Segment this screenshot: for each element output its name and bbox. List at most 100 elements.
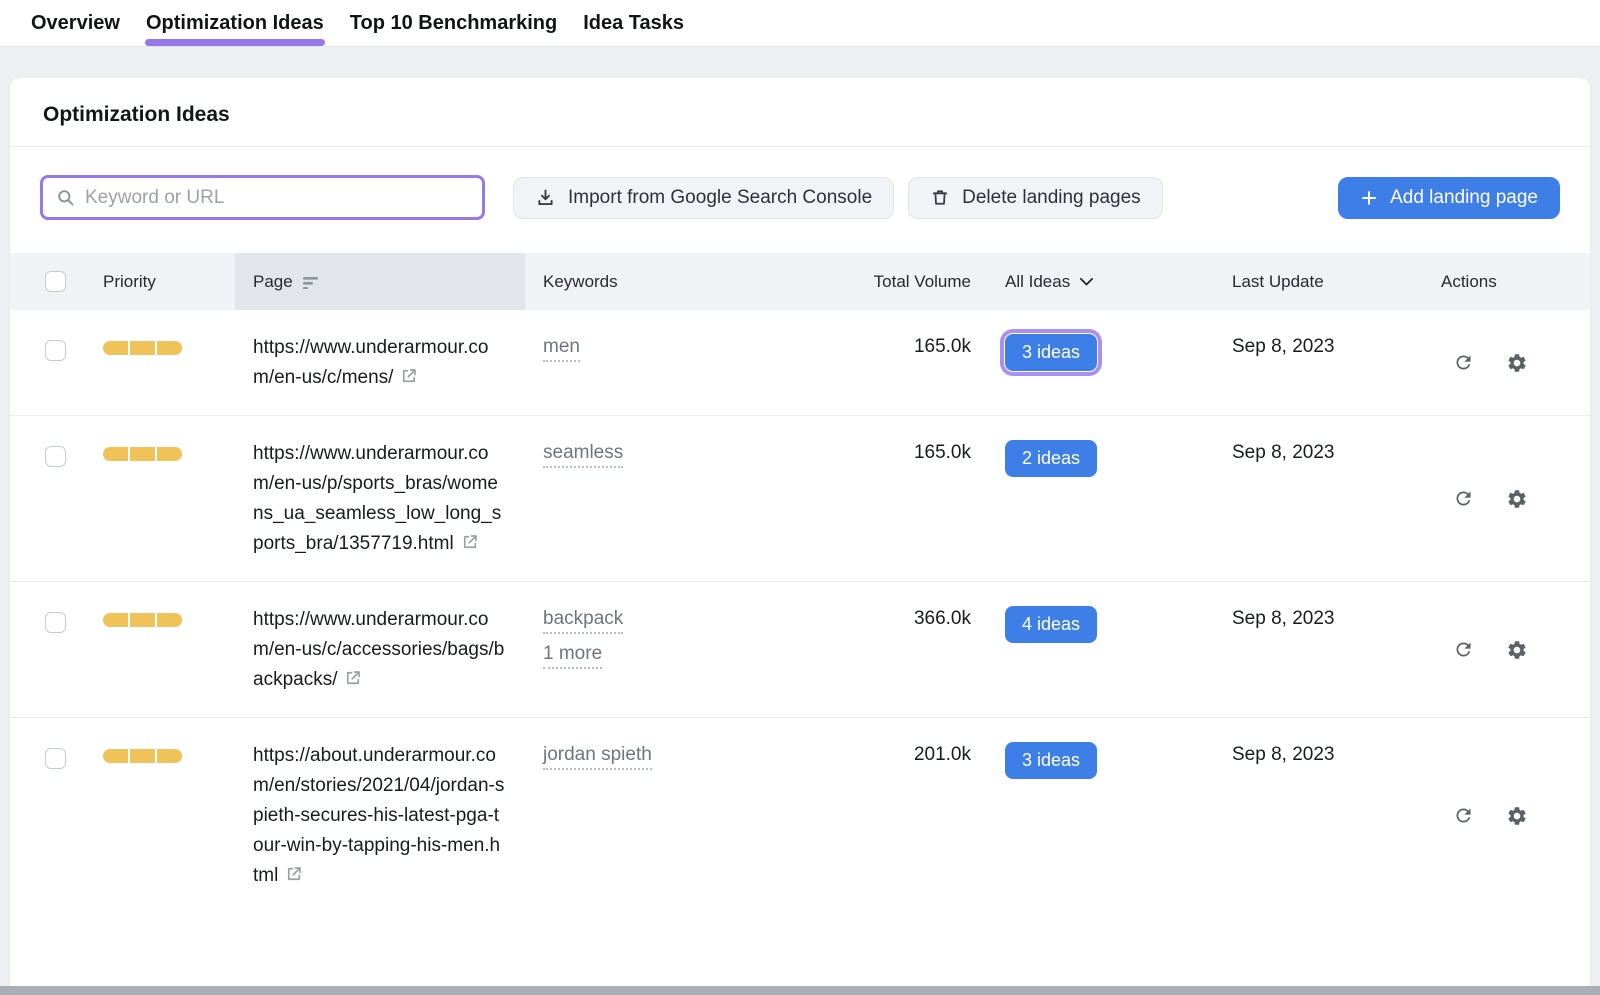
search-icon [56,188,75,207]
total-volume-value: 201.0k [825,718,985,913]
refresh-icon[interactable] [1453,488,1474,509]
row-checkbox-cell [10,310,90,415]
keyword-link[interactable]: 1 more [543,640,602,669]
priority-bar-segment [103,613,128,627]
priority-bar-segment [157,341,182,355]
optimization-ideas-panel: Optimization Ideas Import from Google Se… [10,78,1590,995]
total-volume-value: 165.0k [825,416,985,581]
table-header: Priority Page Keywords Total Volume All … [10,253,1590,310]
keyword-link[interactable]: seamless [543,439,623,468]
page-url-cell: https://www.underarmour.com/en-us/p/spor… [235,416,525,581]
actions-cell [1425,582,1590,717]
tab-top-10-benchmarking[interactable]: Top 10 Benchmarking [349,0,558,46]
page-body: Optimization Ideas Import from Google Se… [0,47,1600,995]
external-link-icon[interactable] [344,669,362,687]
keywords-cell: backpack 1 more [525,582,825,717]
add-landing-page-button[interactable]: Add landing page [1338,177,1560,219]
total-volume-value: 165.0k [825,310,985,415]
keywords-header-label: Keywords [543,272,618,291]
last-update-value: Sep 8, 2023 [1215,582,1425,717]
ideas-button[interactable]: 3 ideas [1005,334,1097,371]
refresh-icon[interactable] [1453,352,1474,373]
search-box [40,175,485,220]
ideas-cell: 3 ideas [985,310,1215,415]
column-header-last-update: Last Update [1215,272,1425,292]
last-update-value: Sep 8, 2023 [1215,718,1425,913]
page-header-label: Page [253,272,293,292]
ideas-button[interactable]: 4 ideas [1005,606,1097,643]
window-bottom-edge [0,986,1600,995]
settings-gear-icon[interactable] [1506,805,1528,827]
chevron-down-icon [1079,277,1094,287]
page-title: Optimization Ideas [43,103,1557,127]
external-link-icon[interactable] [461,533,479,551]
priority-bar-segment [130,447,155,461]
actions-cell [1425,718,1590,913]
priority-bar-segment [157,749,182,763]
row-checkbox-cell [10,416,90,581]
refresh-icon[interactable] [1453,639,1474,660]
add-landing-page-label: Add landing page [1390,187,1538,209]
priority-indicator [103,447,235,461]
priority-indicator [103,341,235,355]
download-icon [535,187,556,208]
column-header-ideas: All Ideas [985,272,1215,292]
row-checkbox-cell [10,582,90,717]
ideas-filter-dropdown[interactable]: All Ideas [1005,272,1094,292]
priority-bar-segment [130,749,155,763]
actions-cell [1425,310,1590,415]
ideas-button[interactable]: 3 ideas [1005,742,1097,779]
settings-gear-icon[interactable] [1506,352,1528,374]
priority-bar-segment [103,749,128,763]
ideas-cell: 4 ideas [985,582,1215,717]
table-row: https://www.underarmour.com/en-us/p/spor… [10,415,1590,581]
external-link-icon[interactable] [285,865,303,883]
page-url: https://www.underarmour.com/en-us/c/mens… [253,337,489,388]
priority-bar-segment [130,341,155,355]
row-checkbox[interactable] [45,340,66,361]
priority-cell [90,416,235,581]
keyword-link[interactable]: jordan spieth [543,741,652,770]
page-url-cell: https://www.underarmour.com/en-us/c/acce… [235,582,525,717]
delete-landing-pages-button[interactable]: Delete landing pages [908,177,1163,219]
column-header-priority: Priority [90,272,235,292]
priority-indicator [103,613,235,627]
priority-indicator [103,749,235,763]
actions-cell [1425,416,1590,581]
ideas-cell: 2 ideas [985,416,1215,581]
keyword-link[interactable]: men [543,333,580,362]
column-header-page[interactable]: Page [235,253,525,310]
page-url-cell: https://www.underarmour.com/en-us/c/mens… [235,310,525,415]
priority-cell [90,718,235,913]
table-row: https://www.underarmour.com/en-us/c/acce… [10,581,1590,717]
priority-bar-segment [130,613,155,627]
total-volume-value: 366.0k [825,582,985,717]
table-body: https://www.underarmour.com/en-us/c/mens… [10,310,1590,913]
settings-gear-icon[interactable] [1506,639,1528,661]
settings-gear-icon[interactable] [1506,488,1528,510]
tab-optimization-ideas[interactable]: Optimization Ideas [145,0,325,46]
ideas-cell: 3 ideas [985,718,1215,913]
row-checkbox-cell [10,718,90,913]
import-gsc-label: Import from Google Search Console [568,187,872,209]
sort-descending-icon [303,275,320,289]
priority-bar-segment [157,447,182,461]
plus-icon [1360,189,1378,207]
tab-bar: Overview Optimization Ideas Top 10 Benchma… [0,0,1600,47]
row-checkbox[interactable] [45,446,66,467]
refresh-icon[interactable] [1453,805,1474,826]
tab-idea-tasks[interactable]: Idea Tasks [582,0,685,46]
import-gsc-button[interactable]: Import from Google Search Console [513,177,894,219]
tab-overview[interactable]: Overview [30,0,121,46]
ideas-button[interactable]: 2 ideas [1005,440,1097,477]
priority-bar-segment [103,341,128,355]
column-header-total-volume: Total Volume [825,272,985,292]
table-row: https://www.underarmour.com/en-us/c/mens… [10,310,1590,415]
row-checkbox[interactable] [45,612,66,633]
search-input[interactable] [85,187,469,209]
keyword-link[interactable]: backpack [543,605,623,634]
ideas-filter-label: All Ideas [1005,272,1070,292]
row-checkbox[interactable] [45,748,66,769]
external-link-icon[interactable] [400,367,418,385]
select-all-checkbox[interactable] [45,271,66,292]
